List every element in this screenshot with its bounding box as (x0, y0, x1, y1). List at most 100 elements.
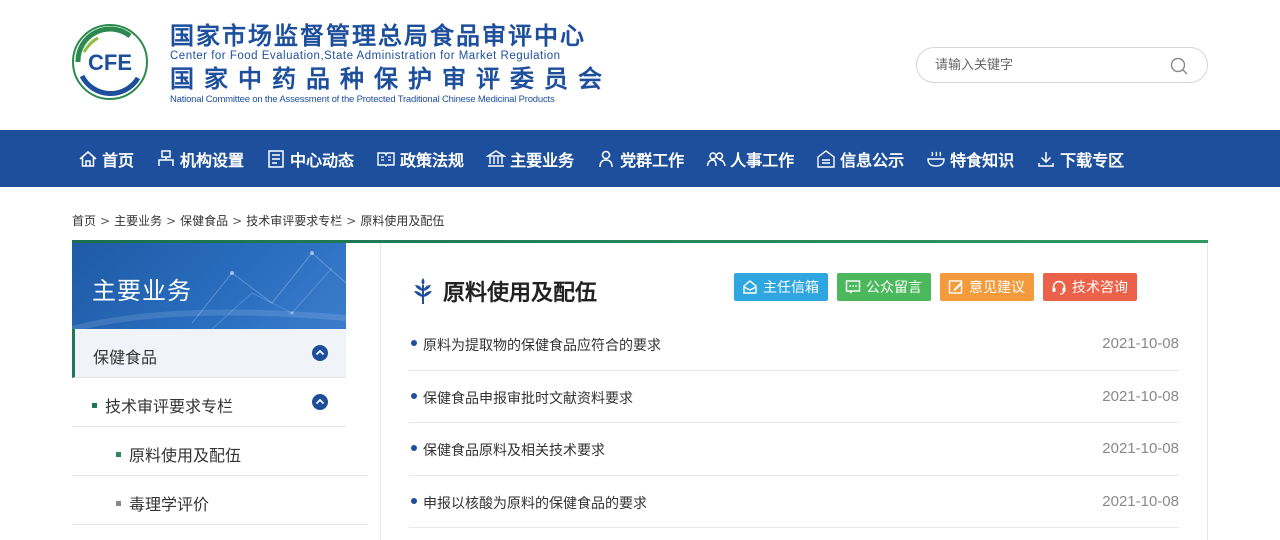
cfe-logo[interactable]: CFE (70, 22, 150, 102)
people-icon (706, 151, 726, 166)
bullet-icon (92, 403, 97, 408)
nav-label: 下载专区 (1060, 150, 1125, 170)
breadcrumb-separator: > (346, 214, 357, 228)
article-date: 2021-10-08 (1102, 492, 1179, 510)
article-title[interactable]: 保健食品申报审批时文献资料要求 (423, 388, 633, 408)
breadcrumb: 首页 > 主要业务 > 保健食品 > 技术审评要求专栏 > 原料使用及配伍 (72, 212, 444, 229)
nav-item-organization[interactable]: 机构设置 (156, 147, 244, 171)
food-icon (927, 151, 945, 167)
bullet-icon (116, 452, 121, 457)
committee-title-cn: 国家中药品种保护审评委员会 (170, 64, 612, 93)
list-item[interactable]: 保健食品申报审批时文献资料要求 2021-10-08 (409, 371, 1179, 423)
nav-item-party[interactable]: 党群工作 (596, 147, 684, 171)
breadcrumb-separator: > (232, 214, 243, 228)
nav-item-news[interactable]: 中心动态 (266, 147, 354, 171)
site-title-block: 国家市场监督管理总局食品审评中心 Center for Food Evaluat… (170, 22, 650, 106)
breadcrumb-health-food[interactable]: 保健食品 (180, 214, 228, 228)
logo-text: CFE (88, 50, 132, 75)
tech-consult-button[interactable]: 技术咨询 (1043, 273, 1137, 301)
download-icon (1038, 151, 1054, 167)
nav-item-download[interactable]: 下载专区 (1036, 147, 1124, 171)
page-title: 原料使用及配伍 (443, 281, 598, 306)
breadcrumb-current[interactable]: 原料使用及配伍 (360, 214, 444, 228)
main-nav: 首页 机构设置 中心动态 政策法规 主要业务 党群工作 人事工作 信息公示 特食… (0, 130, 1280, 187)
bullet-icon (411, 445, 417, 451)
bullet-icon (116, 501, 121, 506)
section-header: 原料使用及配伍 (411, 275, 597, 307)
bullet-icon (411, 497, 417, 504)
sidebar-item-label: 保健食品 (93, 348, 158, 367)
sidebar-item-label-wrap: 技术审评要求专栏 (92, 393, 233, 417)
action-label: 技术咨询 (1072, 280, 1128, 296)
list-item[interactable]: 原料为提取物的保健食品应符合的要求 2021-10-08 (409, 318, 1179, 371)
article-date: 2021-10-08 (1102, 387, 1179, 405)
nav-item-policy[interactable]: 政策法规 (376, 147, 464, 171)
nav-item-home[interactable]: 首页 (78, 147, 134, 171)
main-content: 原料使用及配伍 主任信箱 公众留言 意见建议 技术咨询 原料为提取物的保健食品应… (380, 243, 1208, 540)
edit-icon (948, 280, 963, 294)
org-chart-icon (158, 149, 174, 166)
breadcrumb-business[interactable]: 主要业务 (114, 214, 162, 228)
nav-label: 主要业务 (510, 150, 575, 170)
action-label: 主任信箱 (763, 280, 819, 296)
list-item[interactable]: 保健食品原料及相关技术要求 2021-10-08 (409, 423, 1179, 476)
nav-label: 党群工作 (620, 150, 685, 170)
article-title[interactable]: 原料为提取物的保健食品应符合的要求 (423, 335, 661, 355)
article-list: 原料为提取物的保健食品应符合的要求 2021-10-08 保健食品申报审批时文献… (409, 318, 1179, 528)
collapse-toggle-icon[interactable] (312, 394, 328, 410)
policy-icon (377, 151, 395, 167)
sidebar-menu: 保健食品 技术审评要求专栏 原料使用及配伍 毒理学评价 (72, 329, 368, 525)
headset-icon (1052, 280, 1066, 295)
action-label: 公众留言 (866, 280, 922, 296)
sidebar-item-label-wrap: 毒理学评价 (116, 491, 209, 515)
nav-label: 特食知识 (950, 150, 1015, 170)
sidebar-item-label: 毒理学评价 (129, 495, 210, 514)
nav-label: 中心动态 (290, 150, 355, 170)
breadcrumb-tech-review[interactable]: 技术审评要求专栏 (246, 214, 342, 228)
article-date: 2021-10-08 (1102, 440, 1179, 457)
sidebar-item-health-food[interactable]: 保健食品 (72, 329, 346, 378)
article-title[interactable]: 保健食品原料及相关技术要求 (423, 440, 605, 460)
breadcrumb-separator: > (100, 214, 111, 228)
suggestions-button[interactable]: 意见建议 (940, 273, 1034, 301)
nav-item-business[interactable]: 主要业务 (486, 147, 574, 171)
sidebar-item-toxicology[interactable]: 毒理学评价 (72, 476, 368, 525)
home-icon (79, 150, 97, 167)
director-mailbox-button[interactable]: 主任信箱 (734, 273, 828, 301)
nav-item-personnel[interactable]: 人事工作 (706, 147, 794, 171)
nav-label: 政策法规 (400, 150, 465, 170)
nav-label: 首页 (102, 150, 135, 170)
list-item[interactable]: 申报以核酸为原料的保健食品的要求 2021-10-08 (409, 476, 1179, 528)
nav-label: 人事工作 (730, 150, 795, 170)
sidebar-item-label: 原料使用及配伍 (129, 446, 242, 465)
article-date: 2021-10-08 (1102, 335, 1179, 352)
nav-item-disclosure[interactable]: 信息公示 (816, 147, 904, 171)
person-icon (599, 150, 613, 167)
search-input[interactable] (935, 56, 1155, 74)
wheat-icon (414, 278, 432, 304)
bullet-icon (411, 392, 417, 399)
search-icon[interactable] (1169, 56, 1189, 76)
committee-title-en: National Committee on the Assessment of … (170, 94, 555, 105)
news-icon (268, 149, 284, 168)
site-header: CFE 国家市场监督管理总局食品审评中心 Center for Food Eva… (0, 0, 1280, 130)
message-icon (845, 280, 861, 294)
sidebar-item-label-wrap: 原料使用及配伍 (116, 442, 241, 466)
sidebar-header: 主要业务 (72, 243, 346, 329)
bullet-icon (411, 340, 417, 346)
bank-icon (486, 149, 507, 167)
article-title[interactable]: 申报以核酸为原料的保健食品的要求 (423, 493, 647, 513)
breadcrumb-separator: > (166, 214, 177, 228)
sidebar-item-tech-review[interactable]: 技术审评要求专栏 (72, 378, 346, 427)
breadcrumb-home[interactable]: 首页 (72, 214, 96, 228)
nav-label: 机构设置 (180, 150, 245, 170)
sidebar-item-label: 技术审评要求专栏 (105, 397, 234, 416)
public-message-button[interactable]: 公众留言 (837, 273, 931, 301)
nav-item-food-knowledge[interactable]: 特食知识 (926, 147, 1014, 171)
mailbox-icon (743, 280, 757, 294)
action-buttons: 主任信箱 公众留言 意见建议 技术咨询 (734, 273, 1137, 301)
sidebar-item-raw-materials[interactable]: 原料使用及配伍 (72, 427, 368, 476)
notice-icon (817, 149, 835, 168)
collapse-toggle-icon[interactable] (312, 345, 328, 361)
site-title-cn: 国家市场监督管理总局食品审评中心 (170, 21, 586, 50)
